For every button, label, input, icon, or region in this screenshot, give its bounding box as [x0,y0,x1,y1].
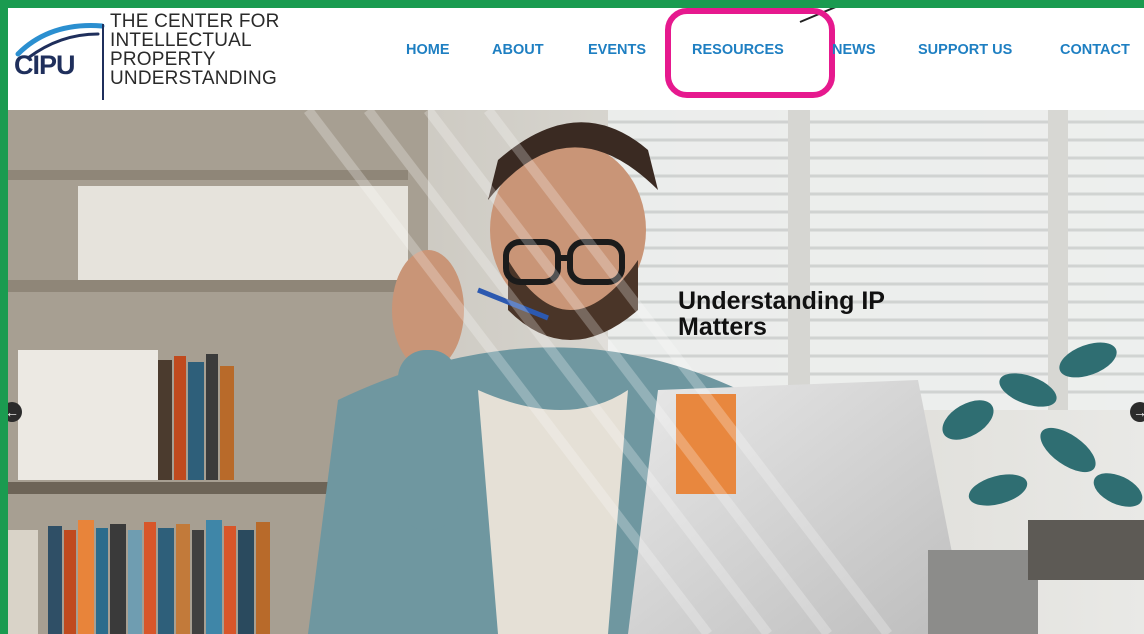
hero-photo [8,110,1144,634]
arrow-right-icon[interactable]: → [1130,402,1144,422]
page-frame: CIPU THE CENTER FOR INTELLECTUAL PROPERT… [8,8,1144,634]
logo-line: PROPERTY [110,49,216,70]
hero-headline: Understanding IP Matters [678,288,885,340]
hero-slider: Understanding IP Matters ← → [8,110,1144,634]
nav-news[interactable]: NEWS [832,42,876,58]
site-header: CIPU THE CENTER FOR INTELLECTUAL PROPERT… [8,8,1144,110]
hero-headline-line: Matters [678,313,767,341]
logo-line: UNDERSTANDING [110,68,277,89]
hero-headline-line: Understanding IP [678,287,885,315]
nav-support-us[interactable]: SUPPORT US [918,42,1012,58]
logo-line: THE CENTER FOR [110,11,280,32]
nav-about[interactable]: ABOUT [492,42,544,58]
logo-line: INTELLECTUAL [110,30,252,51]
logo-mark: CIPU [14,50,76,80]
logo-divider [102,24,104,100]
nav-resources[interactable]: RESOURCES [692,42,784,58]
nav-events[interactable]: EVENTS [588,42,646,58]
nav-contact[interactable]: CONTACT [1060,42,1130,58]
logo-wordmark: THE CENTER FOR INTELLECTUAL PROPERTY UND… [110,12,280,88]
cipu-logo[interactable]: CIPU THE CENTER FOR INTELLECTUAL PROPERT… [10,12,300,100]
nav-home[interactable]: HOME [406,42,450,58]
